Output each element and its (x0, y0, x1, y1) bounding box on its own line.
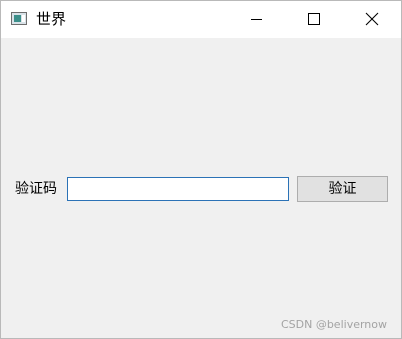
window-icon (11, 12, 27, 25)
verify-button[interactable]: 验证 (297, 176, 388, 202)
maximize-button[interactable] (285, 1, 343, 38)
close-icon (365, 12, 379, 26)
minimize-button[interactable] (227, 1, 285, 38)
window-title: 世界 (36, 10, 67, 28)
close-button[interactable] (343, 1, 401, 38)
verification-code-label: 验证码 (15, 181, 57, 197)
watermark-text: CSDN @belivernow (280, 318, 387, 331)
verification-code-input[interactable] (67, 177, 289, 201)
title-bar[interactable]: 世界 (1, 1, 401, 38)
main-window: 世界 验证码 验证 CSDN @belivernow (0, 0, 402, 339)
maximize-icon (308, 13, 320, 25)
minimize-icon (251, 19, 262, 20)
